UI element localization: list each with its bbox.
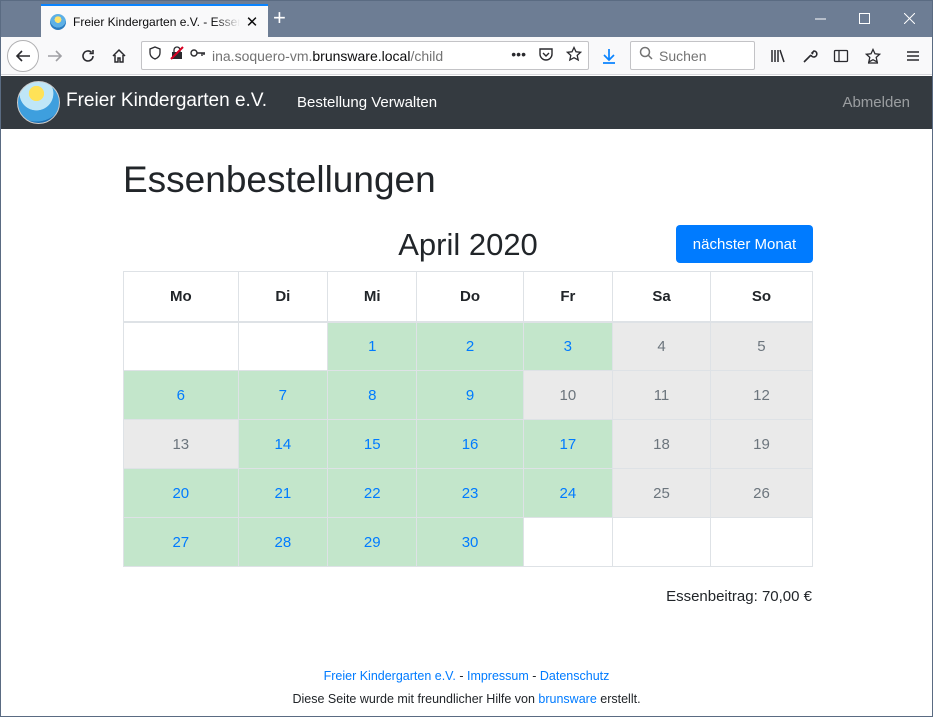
brand-title[interactable]: Freier Kindergarten e.V. (66, 90, 267, 112)
calendar-week-row: 13 14 15 16 17 18 19 (123, 419, 814, 469)
calendar-day: 19 (709, 419, 814, 469)
search-input[interactable]: Suchen (630, 41, 755, 70)
download-icon[interactable] (595, 42, 623, 70)
weekday-header: Mi (327, 271, 418, 323)
calendar-day[interactable]: 8 (327, 370, 418, 420)
bookmark-star-icon[interactable] (565, 45, 583, 65)
url-text: ina.soquero-vm.brunsware.local/child (212, 47, 444, 64)
url-bar[interactable]: ina.soquero-vm.brunsware.local/child ••• (141, 41, 589, 70)
close-tab-icon[interactable]: ✕ (244, 13, 260, 31)
browser-tabbar: Freier Kindergarten e.V. - Essenbestellu… (1, 1, 932, 37)
calendar-day: 10 (522, 370, 614, 420)
close-window-icon[interactable] (886, 1, 932, 35)
new-tab-icon[interactable]: + (273, 6, 286, 30)
forward-icon[interactable] (41, 42, 69, 70)
calendar-day: 18 (612, 419, 711, 469)
calendar-day: 25 (612, 468, 711, 518)
footer-org-link[interactable]: Freier Kindergarten e.V. (324, 669, 456, 683)
footer-privacy-link[interactable]: Datenschutz (540, 669, 609, 683)
calendar-week-row: 20 21 22 23 24 25 26 (123, 468, 814, 518)
insecure-connection-icon[interactable] (170, 46, 184, 65)
search-icon (639, 46, 653, 65)
meal-fee: Essenbeitrag: 70,00 € (666, 588, 812, 605)
calendar-day: 5 (709, 321, 814, 371)
key-icon[interactable] (190, 46, 206, 65)
footer-links: Freier Kindergarten e.V. - Impressum - D… (323, 669, 610, 683)
home-icon[interactable] (105, 42, 133, 70)
browser-tab[interactable]: Freier Kindergarten e.V. - Essenbestellu… (41, 4, 268, 37)
calendar-day: 11 (612, 370, 711, 420)
reading-list-icon[interactable] (859, 42, 887, 70)
calendar-day[interactable]: 30 (416, 517, 524, 567)
browser-toolbar: ina.soquero-vm.brunsware.local/child •••… (1, 37, 932, 75)
calendar-day[interactable]: 15 (327, 419, 418, 469)
calendar-day[interactable]: 27 (123, 517, 239, 567)
calendar-week-row: 6 7 8 9 10 11 12 (123, 370, 814, 420)
weekday-header: Sa (612, 271, 711, 323)
calendar-day[interactable]: 14 (237, 419, 329, 469)
weekday-header: Fr (522, 271, 614, 323)
calendar-day[interactable]: 2 (416, 321, 524, 371)
site-favicon-icon (50, 13, 66, 30)
library-icon[interactable] (764, 42, 792, 70)
calendar-week-row: 12345 (123, 321, 814, 371)
weekday-header: So (709, 271, 814, 323)
calendar-empty-cell (237, 321, 329, 371)
calendar-empty-cell (709, 517, 814, 567)
calendar-day: 26 (709, 468, 814, 518)
calendar-day[interactable]: 17 (522, 419, 614, 469)
menu-icon[interactable] (899, 42, 927, 70)
calendar-week-row: 27 28 29 30 (123, 517, 814, 567)
calendar-day[interactable]: 29 (327, 517, 418, 567)
calendar-day[interactable]: 23 (416, 468, 524, 518)
nav-link-manage-orders[interactable]: Bestellung Verwalten (297, 94, 437, 111)
search-placeholder: Suchen (659, 47, 707, 64)
kindergarten-logo[interactable] (17, 81, 60, 124)
calendar-day: 13 (123, 419, 239, 469)
calendar-day[interactable]: 24 (522, 468, 614, 518)
wrench-icon[interactable] (796, 42, 824, 70)
weekday-header: Mo (123, 271, 239, 323)
site-navbar: Freier Kindergarten e.V. Bestellung Verw… (1, 76, 932, 129)
calendar-day: 12 (709, 370, 814, 420)
calendar-table: Mo Di Mi Do Fr Sa So 1 2 3 4 5 6 7 8 9 10 11 12 13 14 15 16 17… (123, 271, 814, 567)
footer-credit: Diese Seite wurde mit freundlicher Hilfe… (292, 692, 641, 706)
calendar-day[interactable]: 6 (123, 370, 239, 420)
calendar-day: 4 (612, 321, 711, 371)
next-month-button[interactable]: nächster Monat (676, 225, 813, 263)
calendar-empty-cell (612, 517, 711, 567)
calendar-day[interactable]: 9 (416, 370, 524, 420)
footer-credit-link[interactable]: brunsware (538, 692, 596, 706)
shield-icon[interactable] (148, 46, 162, 65)
calendar-day[interactable]: 3 (522, 321, 614, 371)
calendar-day[interactable]: 20 (123, 468, 239, 518)
calendar-day[interactable]: 1 (327, 321, 418, 371)
pocket-icon[interactable] (538, 46, 554, 65)
sidebar-icon[interactable] (827, 42, 855, 70)
calendar-day[interactable]: 22 (327, 468, 418, 518)
calendar-empty-cell (123, 321, 239, 371)
weekday-header: Di (237, 271, 329, 323)
minimize-window-icon[interactable] (797, 1, 843, 35)
page-title: Essenbestellungen (123, 159, 436, 200)
footer-imprint-link[interactable]: Impressum (467, 669, 529, 683)
weekday-header-row: Mo Di Mi Do Fr Sa So (123, 271, 814, 323)
weekday-header: Do (416, 271, 524, 323)
reload-icon[interactable] (74, 42, 102, 70)
maximize-window-icon[interactable] (841, 1, 887, 35)
back-icon[interactable] (7, 40, 39, 72)
page-actions-icon[interactable]: ••• (511, 46, 526, 65)
calendar-day[interactable]: 16 (416, 419, 524, 469)
calendar-day[interactable]: 7 (237, 370, 329, 420)
calendar-day[interactable]: 21 (237, 468, 329, 518)
tab-title: Freier Kindergarten e.V. - Essenbestellu… (73, 14, 240, 29)
calendar-empty-cell (522, 517, 614, 567)
calendar-day[interactable]: 28 (237, 517, 329, 567)
logout-link[interactable]: Abmelden (842, 94, 910, 111)
